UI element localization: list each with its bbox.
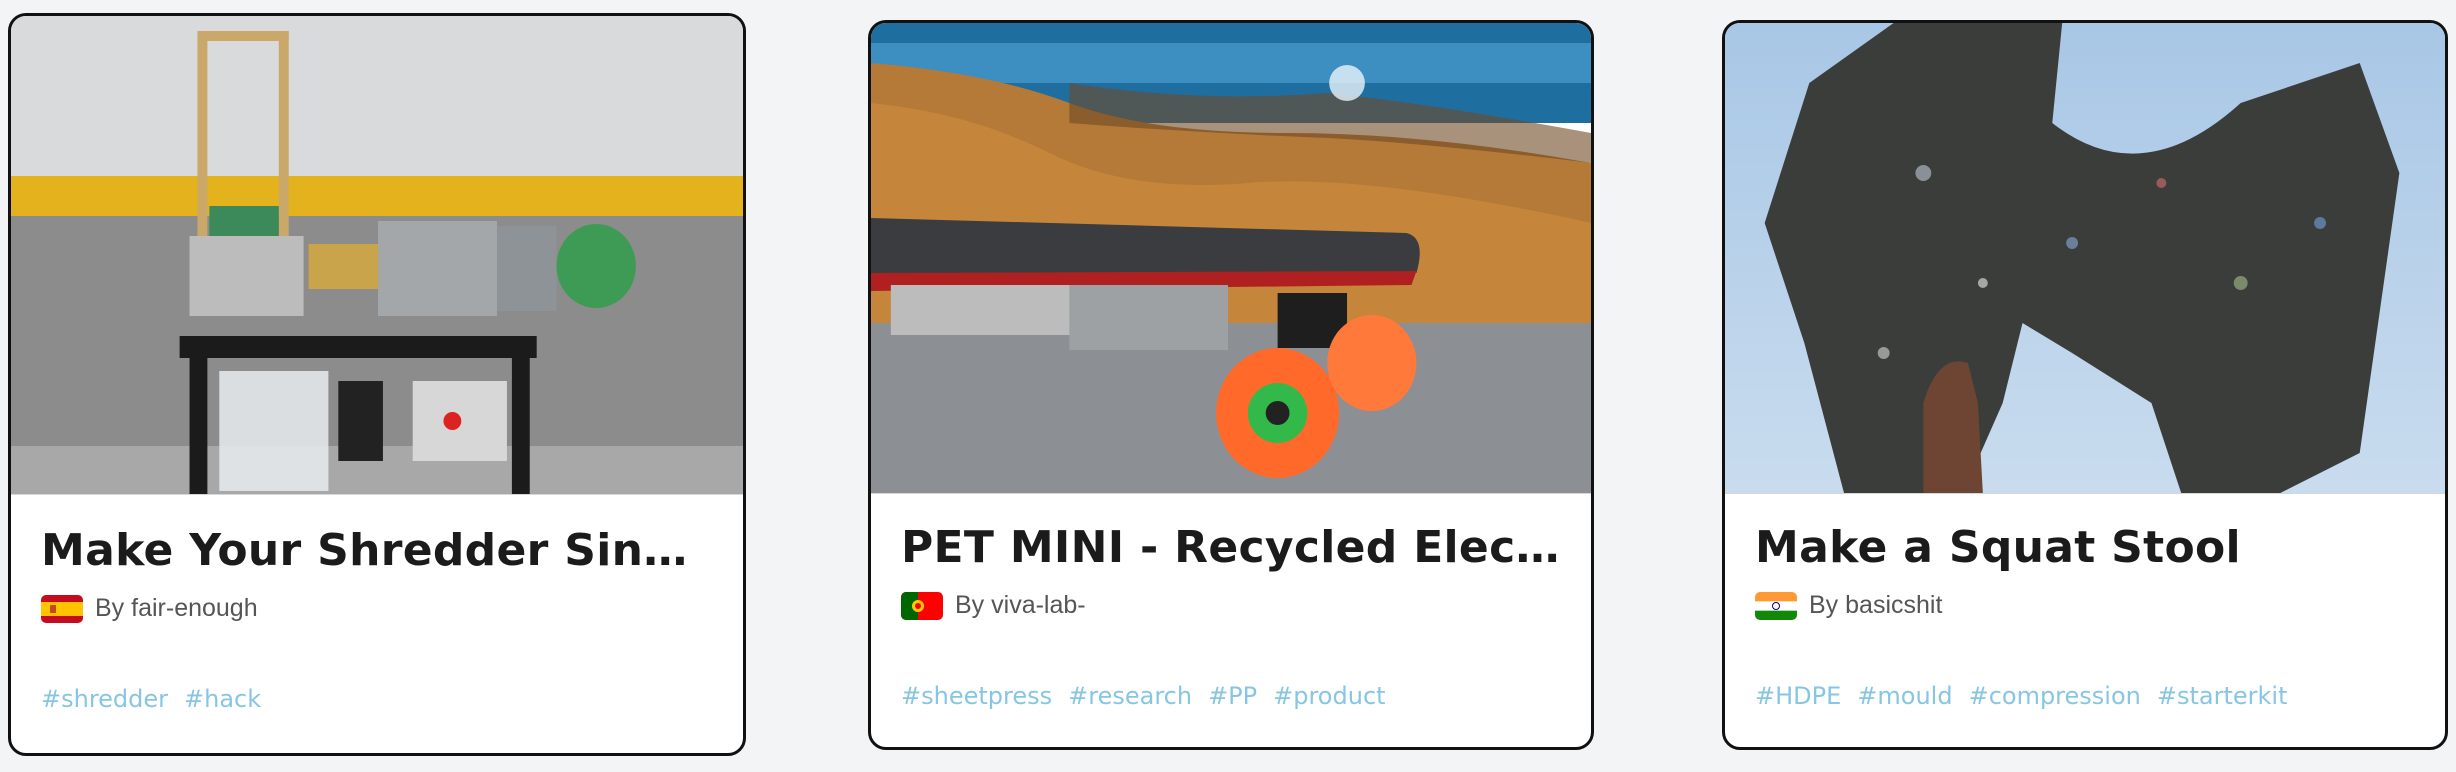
project-card-shredder[interactable]: Make Your Shredder Single-… By fair-enou… [8,13,746,756]
card-title[interactable]: Make Your Shredder Single-… [41,495,713,576]
tag-sheetpress[interactable]: #sheetpress [901,682,1052,710]
project-image-squat-stool[interactable] [1725,23,2445,494]
project-grid: Make Your Shredder Single-… By fair-enou… [0,0,2456,772]
card-body: Make Your Shredder Single-… By fair-enou… [11,495,743,713]
skateboard-photo [871,23,1591,493]
card-title[interactable]: PET MINI - Recycled Electric … [901,494,1561,573]
tag-shredder[interactable]: #shredder [41,685,168,713]
spain-flag-icon [41,594,83,623]
stool-photo [1725,23,2445,493]
card-body: Make a Squat Stool By basicshit #HDPE #m… [1725,494,2445,710]
tag-list: #shredder #hack [41,685,261,713]
portugal-flag-icon [901,591,943,620]
tag-compression[interactable]: #compression [1969,682,2141,710]
author-prefix: By [1809,591,1839,619]
tag-pp[interactable]: #PP [1208,682,1257,710]
project-card-squat-stool[interactable]: Make a Squat Stool By basicshit #HDPE #m… [1722,20,2448,750]
tag-hack[interactable]: #hack [184,685,261,713]
tag-product[interactable]: #product [1273,682,1385,710]
author-prefix: By [95,594,125,622]
author-name[interactable]: viva-lab- [991,591,1085,620]
project-image-pet-mini[interactable] [871,23,1591,494]
project-image-shredder[interactable] [11,16,743,495]
india-flag-icon [1755,591,1797,620]
tag-mould[interactable]: #mould [1857,682,1952,710]
card-title[interactable]: Make a Squat Stool [1755,494,2415,573]
shredder-photo [11,16,743,494]
project-card-pet-mini[interactable]: PET MINI - Recycled Electric … By viva-l… [868,20,1594,750]
author-row: By fair-enough [41,594,713,623]
author-row: By viva-lab- [901,591,1561,620]
tag-list: #HDPE #mould #compression #starterkit [1755,682,2287,710]
author-name[interactable]: fair-enough [131,594,257,623]
card-body: PET MINI - Recycled Electric … By viva-l… [871,494,1591,710]
author-row: By basicshit [1755,591,2415,620]
tag-research[interactable]: #research [1068,682,1192,710]
tag-starterkit[interactable]: #starterkit [2157,682,2288,710]
tag-list: #sheetpress #research #PP #product [901,682,1386,710]
author-prefix: By [955,591,985,619]
author-name[interactable]: basicshit [1845,591,1942,620]
tag-hdpe[interactable]: #HDPE [1755,682,1841,710]
